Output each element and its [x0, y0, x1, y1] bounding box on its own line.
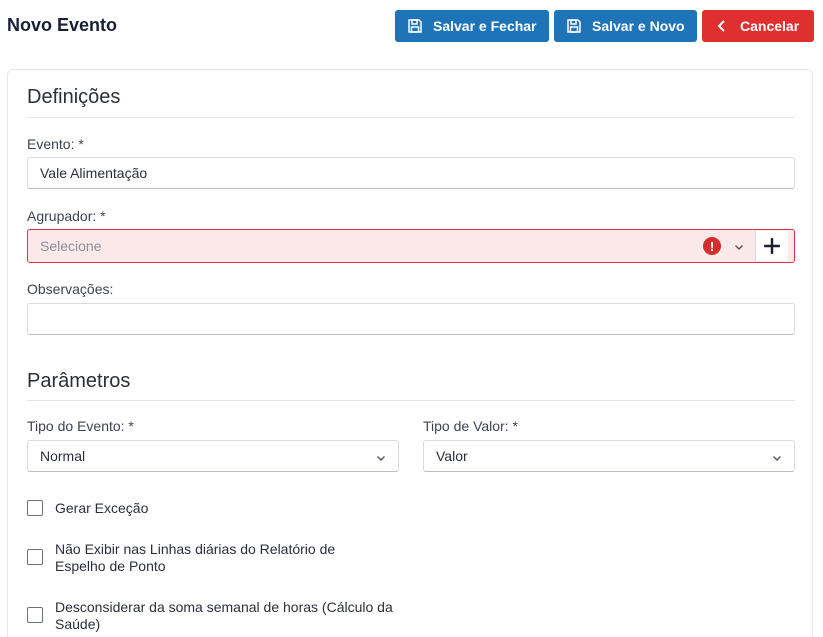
tipo-valor-value: Valor	[436, 448, 468, 464]
plus-icon	[764, 238, 780, 254]
cancel-button[interactable]: Cancelar	[702, 10, 814, 42]
floppy-disk-icon	[407, 18, 423, 34]
agrupador-label: Agrupador: *	[27, 208, 106, 224]
agrupador-placeholder: Selecione	[40, 238, 102, 254]
tipo-evento-label: Tipo do Evento: *	[27, 418, 134, 434]
desconsiderar-label: Desconsiderar da soma semanal de horas (…	[55, 599, 393, 632]
desconsiderar-checkbox[interactable]	[27, 607, 43, 623]
observacoes-input[interactable]	[27, 303, 795, 335]
gerar-excecao-label: Gerar Exceção	[55, 500, 149, 516]
gerar-excecao-checkbox[interactable]	[27, 500, 43, 516]
agrupador-select[interactable]: Selecione !	[27, 229, 795, 263]
tipo-valor-select[interactable]: Valor	[423, 440, 795, 472]
page-title: Novo Evento	[7, 15, 118, 35]
toolbar: Salvar e Fechar Salvar e Novo Cancelar	[395, 10, 814, 42]
floppy-disk-icon	[566, 18, 582, 34]
section-title-parametros: Parâmetros	[27, 370, 131, 392]
save-and-new-button[interactable]: Salvar e Novo	[554, 10, 697, 42]
cancel-label: Cancelar	[740, 18, 800, 34]
save-and-close-label: Salvar e Fechar	[433, 18, 537, 34]
section-divider	[27, 117, 795, 118]
tipo-evento-value: Normal	[40, 448, 86, 464]
evento-input[interactable]: Vale Alimentação	[27, 157, 795, 189]
evento-label: Evento: *	[27, 136, 84, 152]
chevron-down-icon	[771, 451, 783, 463]
observacoes-label: Observações:	[27, 281, 114, 297]
evento-value: Vale Alimentação	[40, 165, 148, 181]
add-agrupador-button[interactable]	[755, 231, 788, 261]
chevron-left-icon	[714, 18, 730, 34]
save-and-close-button[interactable]: Salvar e Fechar	[395, 10, 549, 42]
section-divider	[27, 400, 795, 401]
exclamation-circle-icon: !	[703, 237, 721, 255]
nao-exibir-label: Não Exibir nas Linhas diárias do Relatór…	[55, 541, 336, 574]
tipo-valor-label: Tipo de Valor: *	[423, 418, 518, 434]
chevron-down-icon[interactable]	[733, 240, 745, 252]
chevron-down-icon	[375, 451, 387, 463]
save-and-new-label: Salvar e Novo	[592, 18, 685, 34]
form-card: Definições Evento: * Vale Alimentação Ag…	[7, 69, 813, 637]
tipo-evento-select[interactable]: Normal	[27, 440, 399, 472]
section-title-definicoes: Definições	[27, 86, 121, 108]
nao-exibir-checkbox[interactable]	[27, 549, 43, 565]
